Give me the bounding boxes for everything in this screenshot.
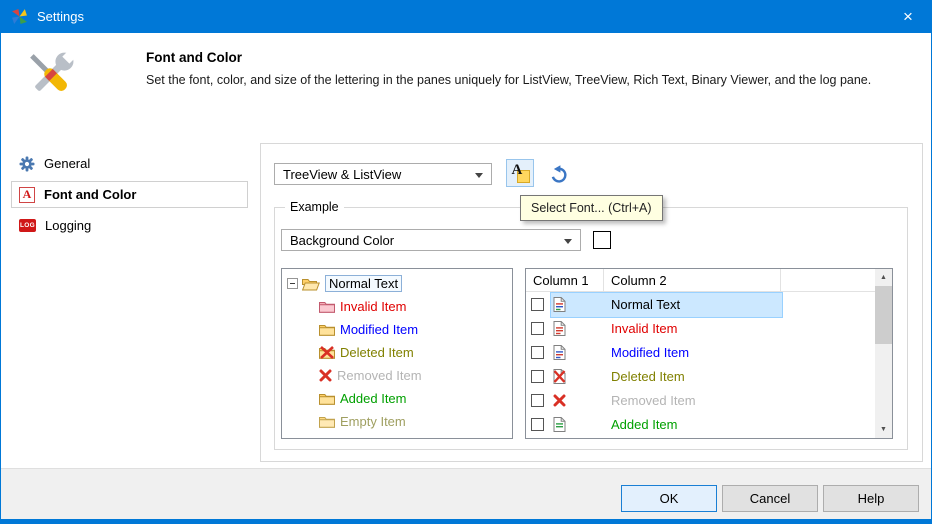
list-row-label: Normal Text: [611, 296, 681, 312]
collapse-icon[interactable]: [287, 278, 298, 289]
header: Font and Color Set the font, color, and …: [1, 33, 931, 125]
window-bottom-border: [1, 519, 931, 524]
tree-item-normal-text[interactable]: Normal Text: [282, 272, 512, 295]
open-folder-icon: [302, 277, 320, 291]
checkbox[interactable]: [531, 297, 544, 311]
tree-item-label: Invalid Item: [340, 299, 407, 314]
list-row-modified[interactable]: Modified Item: [526, 340, 892, 364]
settings-window: Settings × Font and Color Set the font, …: [0, 0, 932, 524]
folder-icon: [319, 415, 335, 428]
help-button[interactable]: Help: [823, 485, 919, 512]
deleted-folder-icon: [319, 346, 335, 359]
letter-a-glyph: A: [511, 161, 523, 178]
red-x-icon: [319, 369, 332, 382]
page-description: Set the font, color, and size of the let…: [146, 73, 872, 87]
log-icon: LOG: [19, 219, 36, 232]
select-font-button[interactable]: A: [506, 159, 534, 187]
folder-icon: [319, 323, 335, 336]
tree-item-added[interactable]: Added Item: [282, 387, 512, 410]
tree-item-label: Removed Item: [337, 368, 422, 383]
cancel-button[interactable]: Cancel: [722, 485, 818, 512]
scroll-up-icon[interactable]: [875, 269, 892, 286]
list-row-label: Deleted Item: [611, 368, 685, 384]
tree-item-label: Modified Item: [340, 322, 419, 337]
tree-item-label: Empty Item: [340, 414, 406, 429]
scrollbar-thumb[interactable]: [875, 286, 892, 344]
deleted-file-icon: [553, 368, 566, 384]
tree-item-invalid[interactable]: Invalid Item: [282, 295, 512, 318]
pane-select-dropdown[interactable]: TreeView & ListView: [274, 163, 492, 185]
file-icon: [553, 344, 566, 360]
folder-icon: [319, 392, 335, 405]
example-group-label: Example: [285, 200, 344, 214]
invalid-folder-icon: [319, 300, 335, 313]
file-icon: [553, 320, 566, 336]
red-x-icon: [553, 394, 566, 407]
list-row-removed[interactable]: Removed Item: [526, 388, 892, 412]
tree-item-label: Added Item: [340, 391, 407, 406]
font-a-icon: A: [19, 186, 35, 203]
chevron-down-icon: [564, 239, 572, 244]
ok-button[interactable]: OK: [621, 485, 717, 512]
sidebar-item-label: Font and Color: [44, 187, 137, 202]
reset-font-button[interactable]: [544, 159, 572, 187]
listview-header: Column 1 Column 2: [526, 269, 892, 292]
list-row-deleted[interactable]: Deleted Item: [526, 364, 892, 388]
window-title: Settings: [37, 9, 84, 24]
select-font-tooltip: Select Font... (Ctrl+A): [520, 195, 663, 221]
treeview-example: Normal Text Invalid Item Modified Item D…: [281, 268, 513, 439]
select-font-icon: A: [511, 161, 530, 183]
column-header[interactable]: Column 2: [604, 269, 781, 292]
tree-item-empty[interactable]: Empty Item: [282, 410, 512, 433]
tree-item-label: Deleted Item: [340, 345, 414, 360]
color-swatch[interactable]: [593, 231, 611, 249]
gear-icon: [19, 156, 35, 171]
sidebar-item-logging[interactable]: LOG Logging: [11, 212, 248, 239]
app-logo-icon: [12, 9, 27, 24]
sidebar-item-label: Logging: [45, 218, 92, 233]
list-row-added[interactable]: Added Item: [526, 412, 892, 436]
tools-icon: [30, 50, 76, 91]
scrollbar[interactable]: [875, 269, 892, 438]
footer: OK Cancel Help: [1, 468, 931, 519]
color-target-dropdown[interactable]: Background Color: [281, 229, 581, 251]
tree-item-modified[interactable]: Modified Item: [282, 318, 512, 341]
file-icon: [553, 416, 566, 432]
list-row-label: Invalid Item: [611, 320, 678, 336]
tree-item-deleted[interactable]: Deleted Item: [282, 341, 512, 364]
checkbox[interactable]: [531, 369, 544, 383]
example-group: Example Background Color Normal Text Inv…: [274, 200, 908, 450]
column-header[interactable]: Column 1: [526, 269, 604, 292]
tree-item-label: Normal Text: [325, 275, 403, 292]
file-icon: [553, 296, 566, 312]
listview-example: Column 1 Column 2 Normal Text Invalid It…: [525, 268, 893, 439]
list-row-label: Added Item: [611, 416, 678, 432]
chevron-down-icon: [475, 173, 483, 178]
page-title: Font and Color: [146, 50, 242, 65]
list-row-normal-text[interactable]: Normal Text: [526, 292, 892, 318]
checkbox[interactable]: [531, 417, 544, 431]
checkbox[interactable]: [531, 345, 544, 359]
pane-select-value: TreeView & ListView: [283, 166, 402, 182]
sidebar-item-general[interactable]: General: [11, 150, 248, 177]
close-button[interactable]: ×: [885, 0, 931, 33]
titlebar: Settings ×: [1, 0, 931, 33]
list-row-label: Removed Item: [611, 392, 696, 408]
color-target-value: Background Color: [290, 232, 395, 248]
undo-icon: [551, 164, 567, 183]
list-row-label: Modified Item: [611, 344, 690, 360]
list-row-invalid[interactable]: Invalid Item: [526, 316, 892, 340]
checkbox[interactable]: [531, 321, 544, 335]
scroll-down-icon[interactable]: [875, 421, 892, 438]
checkbox[interactable]: [531, 393, 544, 407]
tree-item-removed[interactable]: Removed Item: [282, 364, 512, 387]
sidebar-item-label: General: [44, 156, 91, 171]
sidebar-item-font-and-color[interactable]: A Font and Color: [11, 181, 248, 208]
font-color-panel: TreeView & ListView A Example Background…: [260, 143, 923, 462]
